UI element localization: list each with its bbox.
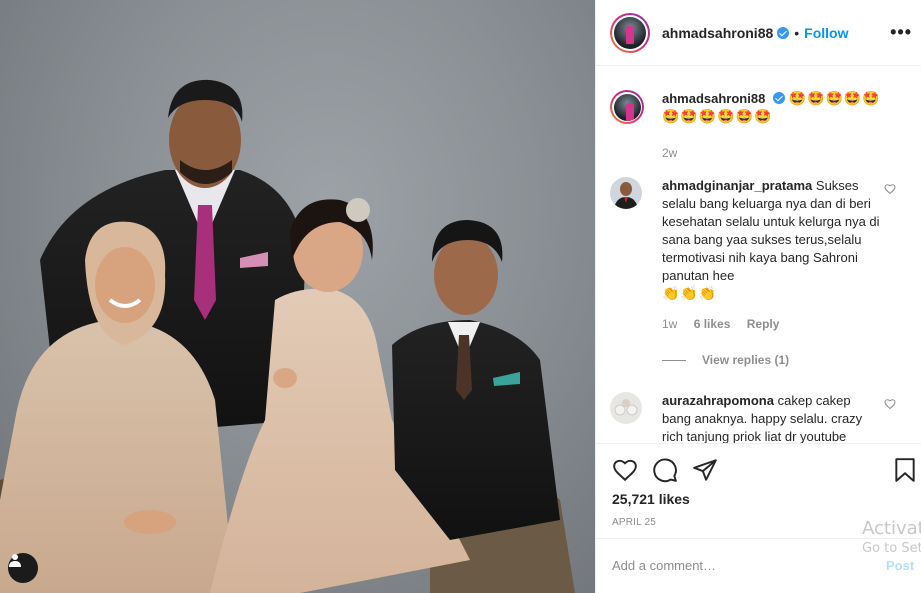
like-comment-heart-icon[interactable] [884,183,896,195]
comment-icon[interactable] [652,457,678,483]
caption-time: 2w [662,146,678,160]
post-date[interactable]: APRIL 25 [612,517,656,528]
comment-time: 1w [662,317,678,331]
post-details-panel: ahmadsahroni88 • Follow ••• ahmadsahroni… [595,0,921,593]
comment-input[interactable] [612,558,842,573]
comment-avatar[interactable] [610,392,642,424]
user-tag-icon [9,554,21,567]
comment-item: ahmadginanjar_pratama Sukses selalu bang… [610,177,910,331]
reply-button[interactable]: Reply [747,317,780,331]
family-photo-image [0,79,575,593]
follow-button[interactable]: Follow [804,25,848,41]
comment-avatar[interactable] [610,177,642,209]
heart-icon[interactable] [612,457,638,483]
comment-emoji: 👏👏👏 [662,286,718,302]
header-username[interactable]: ahmadsahroni88 [662,25,773,41]
bookmark-icon[interactable] [892,457,918,483]
comment-username[interactable]: aurazahrapomona [662,393,774,408]
watermark-line1: Activat [862,518,921,539]
comments-list[interactable]: ahmadsahroni88 🤩🤩🤩🤩🤩🤩🤩🤩🤩🤩🤩 2w ahmadginan… [596,67,921,443]
like-comment-heart-icon[interactable] [884,398,896,410]
post-photo[interactable] [0,0,595,593]
avatar[interactable] [610,12,650,53]
verified-icon [777,26,790,39]
more-icon[interactable]: ••• [890,22,912,43]
watermark-line2: Go to Set [862,541,921,556]
post-header: ahmadsahroni88 • Follow ••• [596,0,921,66]
view-replies-button[interactable]: View replies (1) [662,353,789,367]
post-comment-button[interactable]: Post [886,558,914,573]
verified-icon [772,92,785,104]
comment-item: aurazahrapomona cakep cakep bang anaknya… [610,392,910,443]
caption-avatar[interactable] [610,90,644,124]
comment-text: Sukses selalu bang keluarga nya dan di b… [662,178,880,283]
share-icon[interactable] [692,457,718,483]
likes-count[interactable]: 25,721 likes [612,491,690,507]
comment-likes[interactable]: 6 likes [694,317,731,331]
comment-username[interactable]: ahmadginanjar_pratama [662,178,812,193]
activation-watermark: Activat Go to Set [862,518,921,556]
caption-username[interactable]: ahmadsahroni88 [662,91,765,106]
caption: ahmadsahroni88 🤩🤩🤩🤩🤩🤩🤩🤩🤩🤩🤩 2w [610,90,910,160]
tagged-users-button[interactable] [8,553,38,583]
header-separator: • [794,24,800,41]
